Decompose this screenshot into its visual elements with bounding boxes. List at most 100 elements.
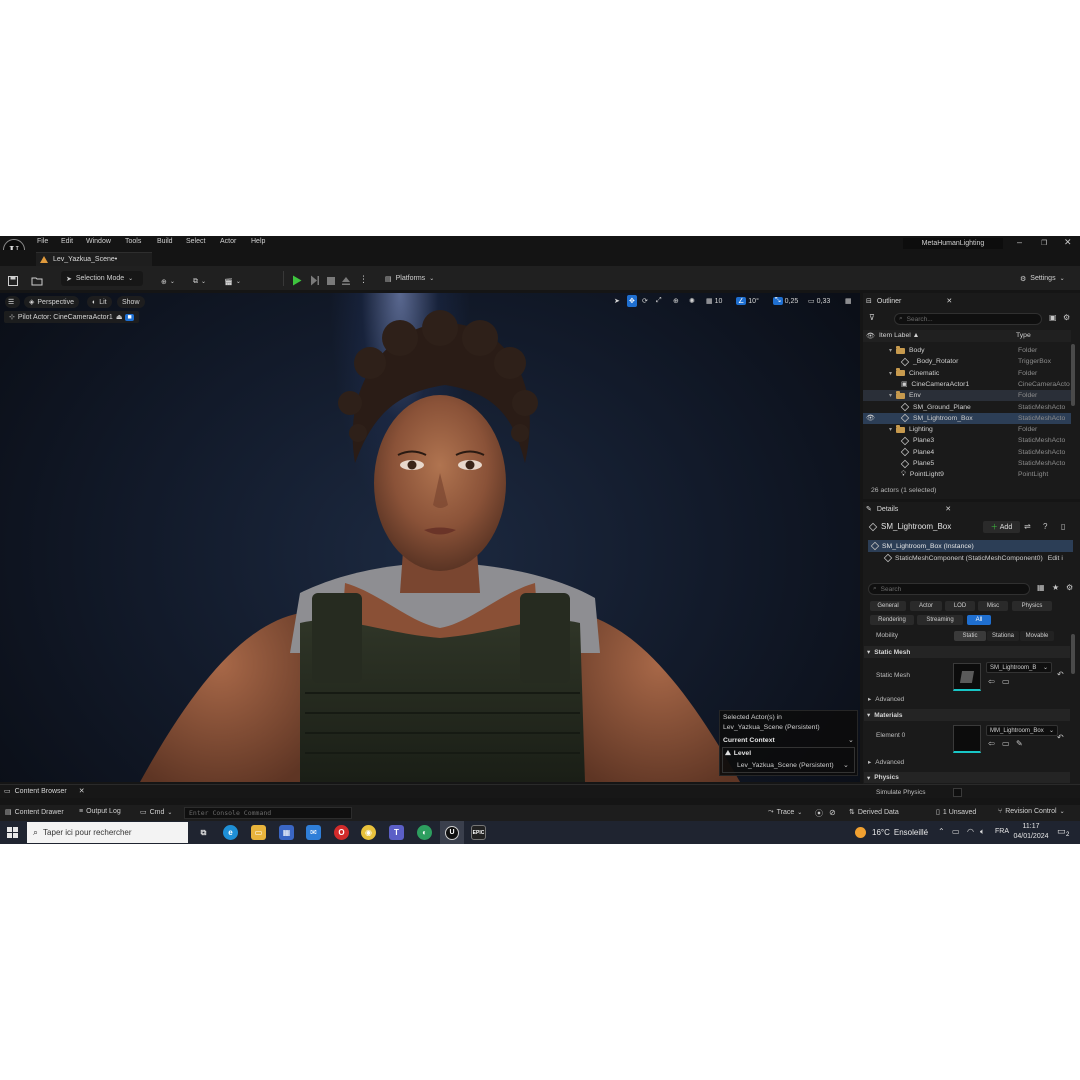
unsaved-button[interactable]: ▯ 1 Unsaved [936, 808, 976, 817]
chevron-down-icon[interactable]: ⌄ [843, 761, 849, 769]
derived-data-button[interactable]: ⇅ Derived Data [849, 808, 899, 817]
broadcast-icon[interactable]: ⊘ [829, 808, 836, 817]
use-selected-icon[interactable]: ⇦ [988, 739, 995, 748]
save-icon[interactable] [8, 274, 18, 287]
chevron-down-icon[interactable]: ▾ [889, 392, 892, 399]
static-mesh-thumbnail[interactable] [953, 663, 981, 691]
notification-icon[interactable]: ▭ [1057, 826, 1066, 837]
viewport-menu-icon[interactable]: ☰ [5, 296, 20, 308]
content-drawer-button[interactable]: ▤ Content Drawer [5, 808, 64, 817]
filter-streaming[interactable]: Streaming [917, 615, 963, 625]
filter-rendering[interactable]: Rendering [870, 615, 914, 625]
restore-icon[interactable]: ❐ [1041, 239, 1047, 247]
grid-snap-button[interactable]: ▦ 10 [706, 295, 722, 307]
lit-button[interactable]: ◐ Lit [87, 296, 112, 308]
mobility-static[interactable]: Static [954, 631, 986, 641]
chrome-icon[interactable]: ◉ [361, 825, 376, 840]
play-icon[interactable] [292, 274, 302, 287]
outliner-row[interactable]: SM_Ground_Plane StaticMeshActo [863, 402, 1071, 413]
level-context-box[interactable]: ⛰ Level Lev_Yazkua_Scene (Persistent) ⌄ [722, 747, 855, 773]
type-header[interactable]: Type [1016, 332, 1031, 339]
weather-widget[interactable]: 16°C Ensoleillé [872, 828, 928, 837]
advanced-toggle[interactable]: ▸ Advanced [868, 695, 904, 704]
close-icon[interactable]: ✕ [946, 297, 952, 305]
lock-icon[interactable]: ▯ [1061, 522, 1065, 531]
add-folder-icon[interactable]: ▣ [1049, 313, 1057, 322]
details-tab[interactable]: ✎ Details ✕ [866, 502, 951, 516]
teams-icon[interactable]: T [389, 825, 404, 840]
filter-lod[interactable]: LOD [945, 601, 975, 611]
step-icon[interactable] [310, 274, 320, 287]
outliner-row[interactable]: ▾ Body Folder [863, 345, 1071, 356]
content-browser-tab[interactable]: ▭ Content Browser ✕ [4, 787, 85, 796]
camera-speed-button[interactable]: ▭ 0,33 [808, 295, 830, 307]
eject-icon[interactable] [341, 274, 351, 287]
filter-icon[interactable]: ⊽ [869, 313, 875, 322]
close-icon[interactable]: ✕ [79, 787, 85, 795]
taskbar-search[interactable]: ⌕ Taper ici pour rechercher [27, 822, 188, 843]
edit-label[interactable]: Edit i [1048, 555, 1063, 562]
outliner-row[interactable]: Plane4 StaticMeshActo [863, 447, 1071, 458]
outliner-row[interactable]: ▾ Lighting Folder [863, 424, 1071, 435]
task-view-icon[interactable]: ⧉ [196, 825, 211, 840]
static-mesh-combo[interactable]: SM_Lightroom_B ⌄ [986, 662, 1052, 673]
physics-section[interactable]: ▾ Physics [864, 772, 1070, 783]
outliner-row[interactable]: ▣ CineCameraActor1 CineCameraActo [863, 379, 1071, 390]
outliner-row[interactable]: ▾ Cinematic Folder [863, 368, 1071, 379]
visibility-icon[interactable]: 👁︎ [866, 414, 875, 422]
outliner-row[interactable]: ▾ Env Folder [863, 390, 1071, 402]
filter-physics[interactable]: Physics [1012, 601, 1052, 611]
outliner-scrollbar[interactable] [1071, 344, 1075, 406]
filter-general[interactable]: General [870, 601, 906, 611]
menu-build[interactable]: Build [157, 238, 173, 245]
filter-misc[interactable]: Misc [978, 601, 1008, 611]
epic-games-icon[interactable]: EPIC [471, 825, 486, 840]
translate-tool-icon[interactable]: ✥ [627, 295, 637, 307]
browse-icon[interactable]: ▭ [1002, 677, 1010, 686]
network-icon[interactable]: ▭ [952, 827, 960, 836]
component-row[interactable]: StaticMeshComponent (StaticMeshComponent… [883, 553, 1063, 563]
gear-icon[interactable]: ⚙ [1066, 583, 1073, 592]
level-tab[interactable]: Lev_Yazkua_Scene• [36, 252, 152, 266]
menu-tools[interactable]: Tools [125, 238, 141, 245]
surface-snap-icon[interactable]: ✺ [689, 295, 695, 307]
outliner-row[interactable]: 👁︎ SM_Lightroom_Box StaticMeshActo [863, 412, 1071, 424]
use-selected-icon[interactable]: ⇦ [988, 677, 995, 686]
menu-help[interactable]: Help [251, 238, 265, 245]
unreal-taskbar-icon[interactable]: U [440, 821, 464, 844]
chevron-up-icon[interactable]: ⌃ [938, 827, 945, 836]
filter-all[interactable]: All [967, 615, 991, 625]
chevron-down-icon[interactable]: ⌄ [848, 736, 854, 744]
outliner-row[interactable]: Plane5 StaticMeshActo [863, 458, 1071, 469]
viewport-layout-icon[interactable]: ▦ [845, 295, 852, 307]
help-icon[interactable]: ? [1043, 522, 1047, 531]
app-icon[interactable]: ◐ [417, 825, 432, 840]
add-actor-icon[interactable]: ⊕ ⌄ [161, 275, 175, 288]
reset-icon[interactable]: ↶ [1057, 733, 1064, 742]
edge-icon[interactable]: e [223, 825, 238, 840]
chevron-down-icon[interactable]: ▾ [889, 426, 892, 433]
scale-snap-button[interactable]: ⤡ 0,25 [773, 295, 798, 307]
outliner-row[interactable]: 💡︎ PointLight9 PointLight [863, 469, 1071, 480]
close-icon[interactable]: ✕ [945, 505, 951, 513]
outliner-row[interactable]: _Body_Rotator TriggerBox [863, 356, 1071, 367]
store-icon[interactable]: ▦ [279, 825, 294, 840]
chevron-down-icon[interactable]: ▾ [889, 347, 892, 354]
clock-date[interactable]: 04/01/2024 [1012, 833, 1050, 840]
output-log-button[interactable]: ≡ Output Log [79, 808, 121, 815]
cinematics-icon[interactable]: 🎬︎ ⌄ [224, 275, 241, 288]
outliner-row[interactable]: Plane3 StaticMeshActo [863, 435, 1071, 446]
platforms-dropdown[interactable]: ▤ Platforms ⌄ [380, 271, 442, 286]
close-icon[interactable]: ✕ [1064, 237, 1072, 248]
advanced-toggle-2[interactable]: ▸ Advanced [868, 758, 904, 767]
windows-start-icon[interactable] [7, 827, 18, 838]
menu-select[interactable]: Select [186, 238, 205, 245]
rotate-tool-icon[interactable]: ⟳ [642, 295, 648, 307]
filter-actor[interactable]: Actor [910, 601, 942, 611]
stop-icon[interactable] [326, 274, 336, 287]
material-thumbnail[interactable] [953, 725, 981, 753]
trace-dropdown[interactable]: ⤳ Trace ⌄ [768, 808, 802, 816]
browse-folder-icon[interactable] [31, 274, 43, 287]
component-instance-row[interactable]: SM_Lightroom_Box (Instance) [868, 540, 1073, 552]
pilot-actor-bar[interactable]: ⊹ Pilot Actor: CineCameraActor1 ⏏ ■ [4, 311, 139, 323]
